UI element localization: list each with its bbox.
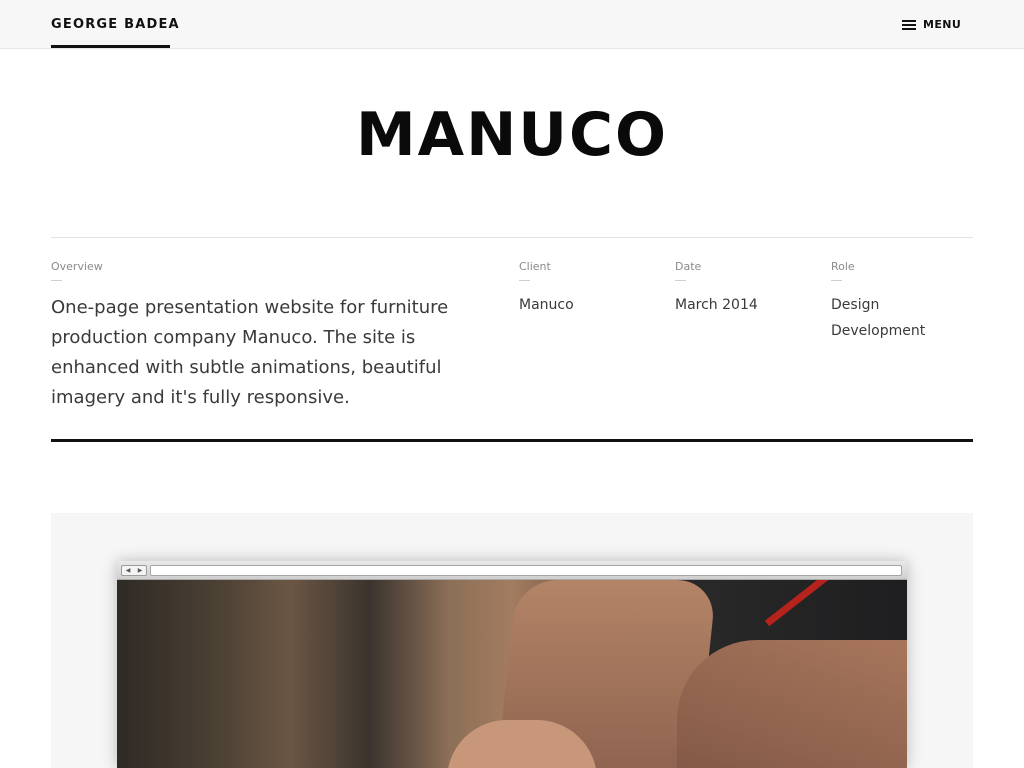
overview-text: One-page presentation website for furnit… [51, 297, 449, 408]
browser-mockup: ◀ ▶ [117, 561, 907, 768]
browser-back-icon: ◀ [125, 567, 131, 574]
client-value: Manuco [519, 297, 574, 313]
photo-pencil [764, 580, 888, 627]
overview-section: Overview One-page presentation website f… [51, 261, 476, 413]
client-section: Client Manuco [519, 261, 574, 318]
photo-arm [677, 640, 907, 768]
project-photo [117, 580, 907, 768]
label-rule [831, 280, 842, 281]
date-label: Date [675, 260, 702, 273]
date-section: Date March 2014 [675, 261, 758, 318]
label-rule [519, 280, 530, 281]
menu-button[interactable]: MENU [902, 0, 961, 49]
browser-nav-buttons: ◀ ▶ [121, 565, 147, 576]
role-values: Design Development [831, 292, 925, 344]
brand-underline [51, 45, 170, 48]
brand-link[interactable]: GEORGE BADEA [51, 0, 180, 49]
browser-forward-icon: ▶ [137, 567, 143, 574]
menu-label: MENU [923, 18, 962, 31]
browser-toolbar: ◀ ▶ [117, 561, 907, 580]
page-title: MANUCO [355, 100, 669, 170]
overview-label: Overview [51, 260, 103, 273]
date-value: March 2014 [675, 297, 758, 313]
role-value: Development [831, 323, 926, 339]
role-section: Role Design Development [831, 261, 925, 344]
label-rule [51, 280, 62, 281]
site-header: GEORGE BADEA MENU [0, 0, 1024, 49]
client-label: Client [519, 260, 551, 273]
browser-url-bar [150, 565, 902, 576]
role-label: Role [831, 260, 855, 273]
label-rule [675, 280, 686, 281]
role-value: Design [831, 297, 880, 313]
hamburger-icon [902, 19, 916, 30]
divider [51, 237, 973, 238]
section-divider [51, 439, 973, 442]
